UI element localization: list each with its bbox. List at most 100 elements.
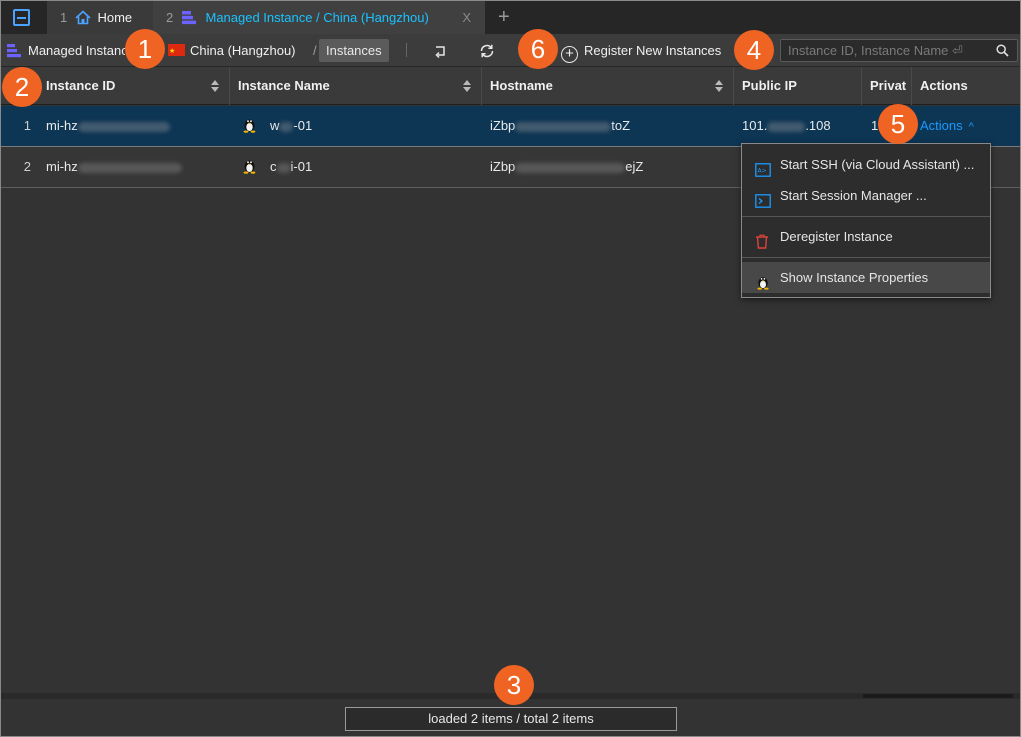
- menu-divider: [742, 216, 990, 217]
- menu-item-deregister-instance[interactable]: Deregister Instance: [742, 221, 990, 252]
- tab-number: 2: [166, 10, 174, 25]
- hostname-text: ejZ: [625, 159, 644, 174]
- sort-icon[interactable]: [211, 80, 219, 92]
- callout-5: 5: [878, 104, 918, 144]
- breadcrumb-managed-instances[interactable]: Managed Instances: [7, 34, 125, 67]
- menu-item-show-instance-properties[interactable]: Show Instance Properties: [742, 262, 990, 293]
- menu-item-label: Start Session Manager ...: [780, 188, 927, 203]
- actions-menu: A> Start SSH (via Cloud Assistant) ... S…: [741, 143, 991, 298]
- console-icon: [755, 188, 771, 211]
- column-header-actions: Actions: [912, 67, 1020, 105]
- breadcrumb-separator: /: [313, 43, 317, 58]
- tab-number: 1: [60, 10, 68, 25]
- callout-4: 4: [734, 30, 774, 70]
- instance-id-text: mi-hz: [46, 159, 78, 174]
- tab-label: Managed Instance / China (Hangzhou): [205, 10, 429, 25]
- callout-3: 3: [494, 665, 534, 705]
- table-row[interactable]: 1 mi-hz w -01 iZbp toZ 101. .108 1 Actions ^: [1, 106, 1020, 147]
- redacted-text: [515, 121, 612, 132]
- chevron-up-icon[interactable]: ^: [969, 107, 974, 147]
- status-footer: loaded 2 items / total 2 items: [345, 707, 677, 731]
- return-icon[interactable]: [432, 42, 450, 60]
- register-new-instances-button[interactable]: + Register New Instances: [561, 34, 721, 67]
- add-tab-button[interactable]: +: [498, 5, 510, 29]
- instance-name: c i-01: [241, 147, 312, 187]
- callout-6: 6: [518, 29, 558, 69]
- column-label: Privat: [870, 78, 907, 93]
- menu-item-start-session-manager[interactable]: Start Session Manager ...: [742, 180, 990, 211]
- public-ip-text: .108: [805, 118, 831, 133]
- refresh-icon[interactable]: [478, 42, 496, 60]
- redacted-text: [276, 162, 291, 173]
- instance-id: mi-hz: [46, 106, 170, 146]
- menu-item-label: Deregister Instance: [780, 229, 893, 244]
- app-window-icon[interactable]: [13, 9, 30, 26]
- instance-name-text: i-01: [290, 159, 313, 174]
- linux-tux-icon: [755, 270, 771, 293]
- terminal-window-icon: A>: [755, 157, 771, 180]
- app-window: 1 Home 2 Managed Instance / China (Hangz…: [0, 0, 1021, 737]
- home-icon: [75, 4, 91, 37]
- column-label: Hostname: [490, 78, 553, 93]
- instance-name-text: -01: [293, 118, 313, 133]
- search-input[interactable]: [781, 40, 991, 61]
- public-ip: 101. .108: [742, 106, 831, 146]
- hostname: iZbp ejZ: [490, 147, 643, 187]
- search-icon[interactable]: [996, 44, 1009, 60]
- instance-name-text: c: [270, 159, 277, 174]
- column-label: Instance ID: [46, 78, 116, 93]
- close-icon[interactable]: X: [462, 1, 471, 34]
- hostname-text: iZbp: [490, 118, 516, 133]
- instance-id: mi-hz: [46, 147, 182, 187]
- scrollbar-thumb[interactable]: [863, 694, 1013, 698]
- hostname: iZbp toZ: [490, 106, 630, 146]
- breadcrumb-current[interactable]: Instances: [319, 39, 389, 62]
- breadcrumb-label: Managed Instances: [28, 43, 125, 58]
- actions-dropdown[interactable]: Actions ^: [920, 106, 974, 146]
- column-header-instance-name[interactable]: Instance Name: [230, 67, 482, 105]
- managed-instance-icon: [7, 37, 22, 67]
- toolbar-divider: [406, 43, 407, 57]
- column-header-private-ip[interactable]: Privat: [862, 67, 912, 105]
- region-label: China (Hangzhou): [190, 43, 296, 58]
- public-ip-text: 101.: [742, 118, 768, 133]
- tab-home[interactable]: 1 Home: [47, 1, 153, 34]
- table-header: Instance ID Instance Name Hostname Publi…: [1, 67, 1020, 105]
- linux-tux-icon: [241, 150, 258, 190]
- menu-divider: [742, 257, 990, 258]
- redacted-text: [77, 121, 170, 132]
- column-label: Actions: [920, 78, 968, 93]
- callout-2: 2: [2, 67, 42, 107]
- region-selector[interactable]: China (Hangzhou): [168, 34, 296, 68]
- row-index: 2: [23, 159, 31, 174]
- redacted-text: [515, 162, 626, 173]
- linux-tux-icon: [241, 109, 258, 149]
- redacted-text: [767, 121, 806, 132]
- callout-1: 1: [125, 29, 165, 69]
- column-label: Public IP: [742, 78, 797, 93]
- search-box: [780, 39, 1018, 62]
- trash-icon: [755, 229, 769, 252]
- instance-name: w -01: [241, 106, 312, 146]
- menu-item-start-ssh[interactable]: A> Start SSH (via Cloud Assistant) ...: [742, 149, 990, 180]
- actions-link[interactable]: Actions: [920, 118, 963, 133]
- redacted-text: [77, 162, 182, 173]
- hostname-text: toZ: [611, 118, 631, 133]
- sort-icon[interactable]: [463, 80, 471, 92]
- menu-item-label: Show Instance Properties: [780, 270, 929, 285]
- column-header-hostname[interactable]: Hostname: [482, 67, 734, 105]
- redacted-text: [279, 121, 294, 132]
- row-index: 1: [23, 118, 31, 133]
- hostname-text: iZbp: [490, 159, 516, 174]
- instance-name-text: w: [270, 118, 280, 133]
- tab-bar: 1 Home 2 Managed Instance / China (Hangz…: [1, 1, 1020, 34]
- column-header-public-ip[interactable]: Public IP: [734, 67, 862, 105]
- sort-icon[interactable]: [715, 80, 723, 92]
- column-label: Instance Name: [238, 78, 330, 93]
- tab-managed-instance[interactable]: 2 Managed Instance / China (Hangzhou) X: [153, 1, 485, 34]
- menu-item-label: Start SSH (via Cloud Assistant) ...: [780, 157, 975, 172]
- svg-text:A>: A>: [758, 168, 767, 175]
- plus-circle-icon: +: [561, 46, 578, 63]
- instance-id-text: mi-hz: [46, 118, 78, 133]
- tab-label: Home: [97, 10, 133, 25]
